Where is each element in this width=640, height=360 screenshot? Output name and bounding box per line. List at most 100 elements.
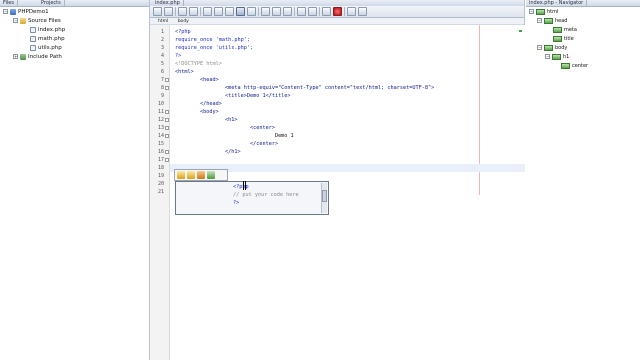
find-selection-button[interactable] <box>203 7 212 16</box>
uncomment-button[interactable] <box>358 7 367 16</box>
fold-toggle-icon[interactable] <box>165 158 169 162</box>
nav-item-label: meta <box>564 26 577 33</box>
tab-projects[interactable]: Projects <box>38 0 65 7</box>
nav-item-label: center <box>572 62 589 69</box>
code-line[interactable]: <?php <box>170 28 525 36</box>
php-file-icon <box>30 26 36 33</box>
tree-item-math-php[interactable]: math.php <box>30 34 65 43</box>
breadcrumb: html body <box>150 18 524 25</box>
code-line[interactable]: <title>Demo 1</title> <box>170 92 525 100</box>
fold-toggle-icon[interactable] <box>165 134 169 138</box>
nav-item-meta[interactable]: meta <box>553 25 577 34</box>
nav-item-h1[interactable]: − h1 <box>545 52 569 61</box>
toggle-rectangular-selection-button[interactable] <box>247 7 256 16</box>
html-tag-icon <box>552 53 561 60</box>
nav-item-center[interactable]: center <box>561 61 588 70</box>
line-number: 12 <box>157 117 164 123</box>
collapse-toggle-icon[interactable]: − <box>3 9 8 14</box>
code-line[interactable]: <html> <box>170 68 525 76</box>
completion-popup[interactable]: <?php // put your code here ?> <box>175 181 329 215</box>
tree-item-utils-php[interactable]: utils.php <box>30 43 62 52</box>
find-previous-button[interactable] <box>214 7 223 16</box>
tree-item-label: Source Files <box>28 17 61 24</box>
back-button[interactable] <box>178 7 187 16</box>
code-line[interactable]: <center> <box>170 124 525 132</box>
shift-left-button[interactable] <box>297 7 306 16</box>
popup-scrollbar[interactable] <box>321 183 327 213</box>
tree-item-include-path[interactable]: + Include Path <box>13 52 62 61</box>
tab-navigator[interactable]: index.php - Navigator <box>526 0 588 7</box>
fold-toggle-icon[interactable] <box>165 150 169 154</box>
code-line[interactable] <box>170 156 525 164</box>
line-number: 18 <box>157 165 164 171</box>
collapse-toggle-icon[interactable]: − <box>13 18 18 23</box>
code-line[interactable]: <head> <box>170 76 525 84</box>
next-bookmark-button[interactable] <box>272 7 281 16</box>
line-number: 10 <box>157 101 164 107</box>
previous-bookmark-button[interactable] <box>261 7 270 16</box>
completion-line[interactable]: // put your code here <box>233 191 299 199</box>
code-line[interactable]: require_once 'utils.php'; <box>170 44 525 52</box>
nav-item-label: head <box>555 17 568 24</box>
code-line[interactable]: Demo 1 <box>170 132 525 140</box>
toggle-bookmark-button[interactable] <box>283 7 292 16</box>
code-line[interactable]: </head> <box>170 100 525 108</box>
breadcrumb-body[interactable]: body <box>178 19 189 24</box>
completion-line[interactable]: <?php <box>233 183 249 191</box>
stop-macro-button[interactable] <box>333 7 342 16</box>
history-button[interactable] <box>164 7 173 16</box>
project-icon <box>10 8 16 15</box>
toolbar-separator <box>200 7 201 16</box>
error-stripe-mark[interactable] <box>519 30 522 32</box>
source-view-button[interactable] <box>153 7 162 16</box>
code-line[interactable]: <body> <box>170 108 525 116</box>
code-line[interactable]: <meta http-equiv="Content-Type" content=… <box>170 84 525 92</box>
start-macro-button[interactable] <box>322 7 331 16</box>
toolbar-separator <box>319 7 320 16</box>
fold-toggle-icon[interactable] <box>165 118 169 122</box>
nav-item-title[interactable]: title <box>553 34 574 43</box>
document-icon[interactable] <box>207 171 215 179</box>
html-tag-icon <box>553 26 562 33</box>
nav-item-head[interactable]: − head <box>537 16 567 25</box>
popup-scroll-thumb[interactable] <box>322 190 327 202</box>
nav-item-html[interactable]: − html <box>529 7 558 16</box>
collapse-toggle-icon[interactable]: − <box>529 9 534 14</box>
fold-toggle-icon[interactable] <box>165 86 169 90</box>
line-number: 21 <box>157 189 164 195</box>
nav-item-body[interactable]: − body <box>537 43 567 52</box>
tree-item-index-php[interactable]: index.php <box>30 25 65 34</box>
fold-toggle-icon[interactable] <box>165 78 169 82</box>
fold-toggle-icon[interactable] <box>165 126 169 130</box>
code-line[interactable]: require_once 'math.php'; <box>170 36 525 44</box>
line-number: 6 <box>160 69 164 75</box>
line-number: 4 <box>160 53 164 59</box>
tree-item-label: Include Path <box>28 53 62 60</box>
completion-line[interactable]: ?> <box>233 199 239 207</box>
find-next-button[interactable] <box>225 7 234 16</box>
collapse-toggle-icon[interactable]: − <box>537 18 542 23</box>
editor-toolbar <box>150 6 524 18</box>
arrow-down-icon[interactable] <box>187 171 195 179</box>
expand-toggle-icon[interactable]: + <box>13 54 18 59</box>
shift-right-button[interactable] <box>308 7 317 16</box>
toggle-highlight-button[interactable] <box>236 7 245 16</box>
tab-files[interactable]: Files <box>0 0 18 7</box>
code-line[interactable]: </h1> <box>170 148 525 156</box>
collapse-toggle-icon[interactable]: − <box>545 54 550 59</box>
collapse-toggle-icon[interactable]: − <box>537 45 542 50</box>
code-line[interactable]: <h1> <box>170 116 525 124</box>
library-icon <box>20 53 26 60</box>
fix-icon[interactable] <box>197 171 205 179</box>
code-line[interactable]: ?> <box>170 52 525 60</box>
tree-item-project[interactable]: − PHPDemo1 <box>3 7 49 16</box>
comment-button[interactable] <box>347 7 356 16</box>
php-file-icon <box>30 44 36 51</box>
code-line[interactable]: </center> <box>170 140 525 148</box>
arrow-up-icon[interactable] <box>177 171 185 179</box>
fold-toggle-icon[interactable] <box>165 110 169 114</box>
tree-item-source-files[interactable]: − Source Files <box>13 16 61 25</box>
forward-button[interactable] <box>189 7 198 16</box>
breadcrumb-html[interactable]: html <box>158 19 168 24</box>
code-line[interactable]: <!DOCTYPE html> <box>170 60 525 68</box>
